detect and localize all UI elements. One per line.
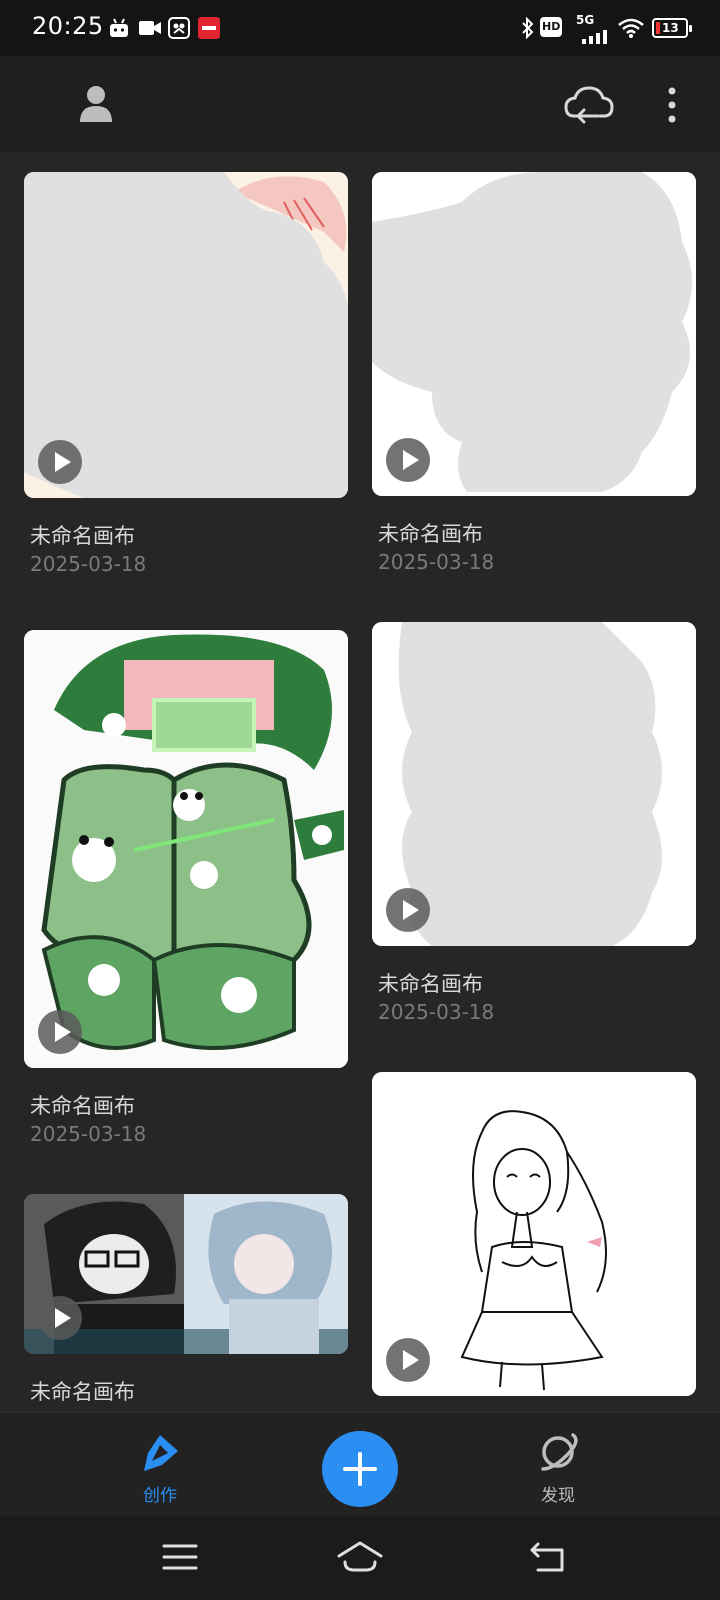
battery-fill [656,22,660,34]
canvas-thumbnail[interactable] [372,172,696,496]
hd-badge: HD [540,17,562,37]
home-icon[interactable] [336,1540,384,1574]
canvas-thumbnail[interactable] [372,1072,696,1396]
play-icon[interactable] [386,438,430,482]
canvas-card[interactable]: 未命名画布 2025-03-18 [24,172,348,578]
canvas-thumbnail[interactable] [24,1194,348,1354]
canvas-grid: 未命名画布 2025-03-18 未命名画布 2025-03-18 未命名画布 … [0,152,720,1412]
system-navigation-bar [0,1516,720,1600]
add-canvas-button[interactable] [322,1431,398,1507]
battery-icon: 13 [652,18,692,38]
status-bar: 20:25 HD 5G 13 [0,0,720,56]
bluetooth-icon [522,17,534,39]
cloud-sync-icon[interactable] [564,84,614,124]
canvas-title: 未命名画布 [378,972,483,996]
canvas-date: 2025-03-18 [378,1000,495,1024]
nav-discover[interactable]: 发现 [518,1413,598,1517]
canvas-thumbnail[interactable] [24,630,348,1068]
person-icon[interactable] [78,84,114,124]
bottom-navigation: 创作 发现 [0,1412,720,1516]
back-icon[interactable] [528,1540,568,1574]
hd-label: HD [542,20,561,33]
play-icon[interactable] [38,440,82,484]
play-icon[interactable] [386,1338,430,1382]
play-icon[interactable] [38,1010,82,1054]
wifi-icon [618,18,644,38]
video-icon [139,21,161,35]
battery-level: 13 [662,21,679,35]
canvas-title: 未命名画布 [30,1094,135,1118]
canvas-title: 未命名画布 [378,522,483,546]
android-icon [110,18,128,37]
thumbnail-art [24,630,348,1068]
canvas-date: 2025-03-18 [378,550,495,574]
status-time: 20:25 [32,12,104,40]
canvas-thumbnail[interactable] [372,622,696,946]
canvas-date: 2025-03-18 [30,1122,147,1146]
canvas-card[interactable]: 未命名画布 [24,1194,348,1406]
canvas-card[interactable] [372,1072,696,1396]
gallery-icon [168,17,190,39]
nav-create[interactable]: 创作 [120,1413,200,1517]
more-vertical-icon[interactable] [664,86,680,126]
nav-discover-label: 发现 [541,1486,575,1506]
canvas-thumbnail[interactable] [24,172,348,498]
play-icon[interactable] [386,888,430,932]
canvas-title: 未命名画布 [30,524,135,548]
canvas-card[interactable]: 未命名画布 2025-03-18 [24,630,348,1148]
red-app-icon [198,17,220,39]
app-top-bar [0,56,720,152]
canvas-card[interactable]: 未命名画布 2025-03-18 [372,172,696,576]
menu-icon[interactable] [162,1542,198,1572]
canvas-card[interactable]: 未命名画布 2025-03-18 [372,622,696,1026]
brush-icon [144,1435,178,1471]
signal-icon [582,30,607,44]
planet-icon [541,1433,578,1471]
canvas-title: 未命名画布 [30,1380,135,1404]
canvas-date: 2025-03-18 [30,552,147,576]
nav-create-label: 创作 [143,1486,177,1506]
play-icon[interactable] [38,1296,82,1340]
network-label: 5G [576,13,595,27]
